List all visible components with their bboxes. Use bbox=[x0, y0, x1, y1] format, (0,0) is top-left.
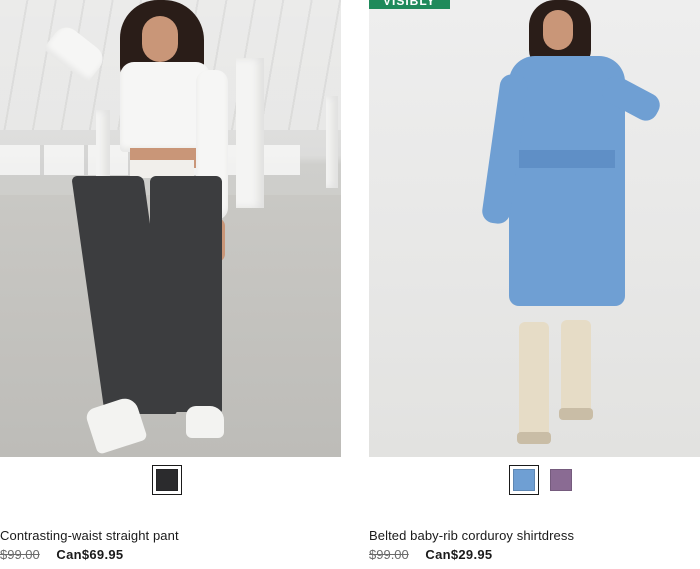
swatch-fill bbox=[513, 469, 535, 491]
color-swatches bbox=[509, 465, 576, 495]
product-image[interactable]: VISIBLY bbox=[369, 0, 700, 457]
product-price: $99.00 Can$69.95 bbox=[0, 547, 123, 562]
color-swatch-black[interactable] bbox=[152, 465, 182, 495]
boot-sole bbox=[517, 432, 551, 444]
product-image[interactable] bbox=[0, 0, 341, 457]
color-swatches bbox=[152, 465, 182, 495]
swatch-fill bbox=[156, 469, 178, 491]
product-badge: VISIBLY bbox=[369, 0, 450, 9]
price-original: $99.00 bbox=[0, 547, 40, 562]
boot-right bbox=[561, 320, 591, 416]
boot-left bbox=[519, 322, 549, 440]
price-original: $99.00 bbox=[369, 547, 409, 562]
model-face bbox=[543, 10, 573, 50]
product-name[interactable]: Belted baby-rib corduroy shirtdress bbox=[369, 528, 574, 543]
product-card-contrasting-waist-pant[interactable]: Contrasting-waist straight pant $99.00 C… bbox=[0, 0, 341, 562]
price-sale: Can$69.95 bbox=[56, 547, 124, 562]
pillar bbox=[236, 58, 264, 208]
color-swatch-purple[interactable] bbox=[546, 465, 576, 495]
swatch-fill bbox=[550, 469, 572, 491]
model-face bbox=[142, 16, 178, 62]
color-swatch-blue[interactable] bbox=[509, 465, 539, 495]
product-name[interactable]: Contrasting-waist straight pant bbox=[0, 528, 179, 543]
pant-leg-right bbox=[150, 176, 222, 412]
sneaker-right bbox=[186, 406, 224, 438]
price-sale: Can$29.95 bbox=[425, 547, 493, 562]
product-card-corduroy-shirtdress[interactable]: VISIBLY Belted baby-rib corduroy shirtdr… bbox=[369, 0, 700, 562]
boot-sole bbox=[559, 408, 593, 420]
product-price: $99.00 Can$29.95 bbox=[369, 547, 492, 562]
dress-belt bbox=[519, 150, 615, 168]
pillar bbox=[326, 96, 338, 188]
